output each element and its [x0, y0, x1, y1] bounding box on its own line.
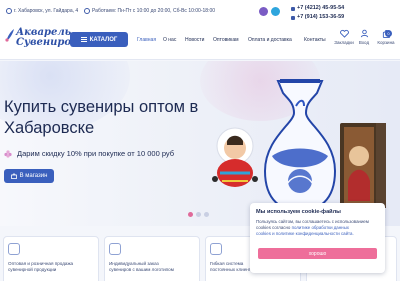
top-bar: г. Хабаровск, ул. Гайдара, 4 Работаем: П… [0, 0, 400, 24]
phones: +7 (4212) 45-95-54 +7 (914) 153-36-59 [291, 4, 344, 22]
cart-count-badge: 0 [385, 30, 392, 37]
logo[interactable]: Акварель Сувениров [16, 28, 78, 48]
phone-2-text[interactable]: +7 (914) 153-36-59 [297, 13, 344, 22]
address-item: г. Хабаровск, ул. Гайдара, 4 [6, 8, 78, 14]
doll-illustration [212, 127, 258, 187]
promo-text: Дарим скидку 10% при покупке от 10 000 р… [17, 149, 175, 158]
cookie-title: Мы используем cookie-файлы [256, 209, 341, 215]
favorites-label: Закладки [334, 40, 354, 45]
feature-text: Гибкая система постоянных клиентов [210, 261, 256, 272]
hero-title: Купить сувениры оптом в Хабаровске [4, 97, 214, 139]
location-pin-icon [6, 8, 12, 14]
viber-icon[interactable] [259, 7, 268, 16]
hours-item: Работаем: Пн-Пт с 10:00 до 20:00, Сб-Вс … [84, 8, 215, 14]
slider-dot[interactable] [204, 212, 209, 217]
phone-2[interactable]: +7 (914) 153-36-59 [291, 13, 344, 22]
nav-news[interactable]: Новости [185, 37, 204, 43]
cookie-text: Пользуясь сайтом, вы соглашаетесь с испо… [256, 219, 379, 238]
feature-text: Индивидуальный заказ сувениров с вашим ло… [109, 261, 174, 272]
address-text: г. Хабаровск, ул. Гайдара, 4 [14, 8, 79, 14]
hours-text: Работаем: Пн-Пт с 10:00 до 20:00, Сб-Вс … [92, 8, 216, 14]
login-button[interactable]: Вход [354, 29, 374, 45]
user-icon [360, 29, 368, 38]
logo-line-2: Сувениров [16, 37, 78, 48]
main-header: Акварель Сувениров КАТАЛОГ Главная О нас… [0, 24, 400, 60]
vase-illustration [263, 79, 337, 213]
cookie-popup: Мы используем cookie-файлы Пользуясь сай… [250, 203, 385, 273]
favorites-button[interactable]: Закладки [334, 29, 354, 45]
cookie-policy-link[interactable]: cookies и политике конфиденциальности са… [256, 231, 379, 237]
hero-products-image [212, 79, 386, 213]
feature-card: Индивидуальный заказ сувениров с вашим ло… [104, 236, 200, 281]
shop-button[interactable]: В магазин [4, 169, 54, 183]
slider-dot-active[interactable] [188, 212, 193, 217]
cart-label: Корзина [377, 40, 395, 45]
promo-line: Дарим скидку 10% при покупке от 10 000 р… [4, 149, 174, 158]
bag-icon [10, 173, 17, 179]
flower-icon [4, 149, 12, 158]
catalog-label: КАТАЛОГ [89, 36, 118, 43]
nav-home[interactable]: Главная [137, 37, 156, 43]
privacy-policy-link[interactable]: политике обработки данных [292, 225, 349, 230]
telegram-icon[interactable] [271, 7, 280, 16]
login-label: Вход [358, 40, 370, 45]
heart-icon [339, 29, 349, 38]
wholesale-icon [8, 243, 20, 255]
hero-title-line-2: Хабаровске [4, 119, 95, 137]
slider-dots [188, 212, 209, 217]
nav-payment-delivery[interactable]: Оплата и доставка [248, 37, 292, 43]
clock-icon [84, 8, 90, 14]
phone-icon [291, 15, 295, 20]
logo-brush-icon[interactable] [4, 28, 16, 42]
cookie-accept-button[interactable]: хорошо [258, 248, 377, 259]
logo-icon [109, 243, 121, 255]
shop-button-label: В магазин [19, 173, 48, 179]
phone-1-text[interactable]: +7 (4212) 45-95-54 [297, 4, 344, 13]
gift-icon [210, 243, 222, 255]
nav-about[interactable]: О нас [163, 37, 176, 43]
catalog-button[interactable]: КАТАЛОГ [70, 32, 128, 47]
feature-text: Оптовая и розничная продажа сувенирной пр… [8, 261, 74, 272]
nav-contacts[interactable]: Контакты [304, 37, 326, 43]
nav-wholesale[interactable]: Оптовикам [213, 37, 239, 43]
phone-icon [291, 6, 295, 11]
hero-banner: Купить сувениры оптом в Хабаровске Дарим… [0, 61, 400, 226]
menu-icon [80, 37, 87, 42]
feature-card: Оптовая и розничная продажа сувенирной пр… [3, 236, 99, 281]
slider-dot[interactable] [196, 212, 201, 217]
box-illustration [340, 123, 386, 208]
phone-1[interactable]: +7 (4212) 45-95-54 [291, 4, 344, 13]
hero-title-line-1: Купить сувениры оптом в [4, 98, 199, 116]
